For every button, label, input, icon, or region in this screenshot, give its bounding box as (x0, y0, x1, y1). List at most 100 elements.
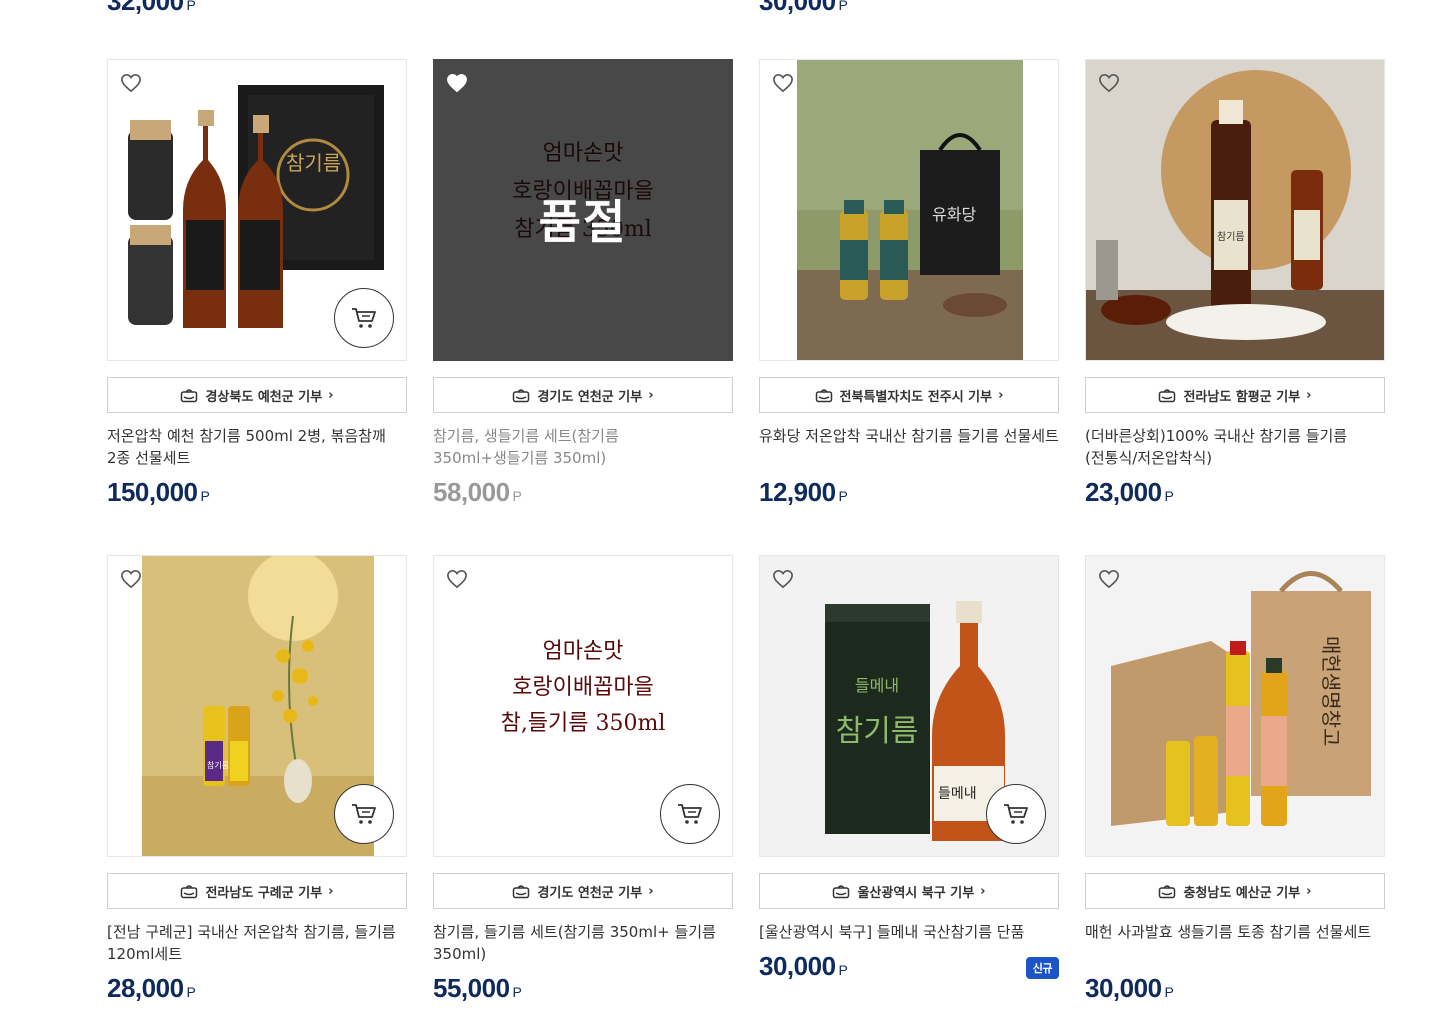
chevron-right-icon: › (328, 883, 334, 899)
product-price: 58,000 P (433, 477, 733, 508)
product-title[interactable]: [전남 구례군] 국내산 저온압착 참기름, 들기름 120ml세트 (107, 921, 407, 965)
donation-region-button[interactable]: 경기도 연천군 기부 › (433, 377, 733, 413)
product-image[interactable]: 엄마손맛 호랑이배꼽마을 참기름 350ml 품절 (433, 59, 733, 361)
wishlist-heart-icon[interactable] (444, 566, 470, 592)
gift-icon (512, 387, 530, 403)
add-to-cart-button[interactable] (334, 288, 394, 348)
product-card[interactable]: 참기름 전라남도 함평군 기부 › (더바른상회)100% 국내산 참기름 들기… (1085, 59, 1385, 508)
top-price-1: 32,000 P (107, 0, 196, 17)
gift-icon (180, 387, 198, 403)
chevron-right-icon: › (648, 883, 654, 899)
product-image[interactable]: 들메내 참기름 들메내 (759, 555, 1059, 857)
price-value: 55,000 (433, 973, 510, 1003)
chevron-right-icon: › (1306, 883, 1312, 899)
donation-region-label: 전라남도 함평군 기부 (1183, 389, 1301, 405)
product-image[interactable]: 엄마손맛 호랑이배꼽마을 참,들기름 350ml (433, 555, 733, 857)
image-label-line: 들메내 (938, 786, 977, 802)
product-title[interactable]: 저온압착 예천 참기름 500ml 2병, 볶음참깨 2종 선물세트 (107, 425, 407, 469)
image-label: 참기름 (1217, 231, 1245, 243)
price-unit: P (1164, 984, 1174, 1000)
product-price: 55,000 P (433, 973, 733, 1004)
gift-icon (1158, 387, 1176, 403)
product-image[interactable]: 유화당 (759, 59, 1059, 361)
price-unit: P (838, 488, 848, 504)
product-image[interactable]: 참기름 (1085, 59, 1385, 361)
wishlist-heart-icon[interactable] (770, 566, 796, 592)
product-image[interactable]: 참기름 (107, 555, 407, 857)
price-unit: P (838, 0, 848, 13)
product-price: 30,000 P 신규 (759, 951, 1059, 982)
price-value: 23,000 (1085, 477, 1162, 507)
price-unit: P (186, 984, 196, 1000)
donation-region-label: 울산광역시 북구 기부 (857, 885, 975, 901)
product-title[interactable]: [울산광역시 북구] 들메내 국산참기름 단품 (759, 921, 1059, 943)
price-unit: P (1164, 488, 1174, 504)
product-image[interactable]: 매헌생명창고 (1085, 555, 1385, 857)
cart-icon (1004, 804, 1028, 824)
product-card[interactable]: 참기름 전라남도 구례군 기부 › [전남 구례군] 국내산 저온압착 참기름,… (107, 555, 407, 1004)
wishlist-heart-icon[interactable] (1096, 566, 1122, 592)
image-label-line: 참기름 (836, 714, 919, 749)
image-label-line: 엄마손맛 (543, 141, 624, 166)
product-card[interactable]: 유화당 전북특별자치도 전주시 기부 › 유화당 저온압착 국내산 참기름 들기… (759, 59, 1059, 508)
product-price: 12,900 P (759, 477, 1059, 508)
product-title[interactable]: 참기름, 생들기름 세트(참기름 350ml+생들기름 350ml) (433, 425, 733, 469)
product-title[interactable]: (더바른상회)100% 국내산 참기름 들기름 (전통식/저온압착식) (1085, 425, 1385, 469)
price-value: 30,000 (759, 0, 836, 16)
price-value: 30,000 (1085, 973, 1162, 1003)
donation-region-label: 전북특별자치도 전주시 기부 (839, 389, 993, 405)
price-value: 150,000 (107, 477, 198, 507)
chevron-right-icon: › (648, 387, 654, 403)
product-photo: 매헌생명창고 (1086, 556, 1384, 856)
donation-region-button[interactable]: 경상북도 예천군 기부 › (107, 377, 407, 413)
price-value: 32,000 (107, 0, 184, 16)
donation-region-label: 충청남도 예산군 기부 (1183, 885, 1301, 901)
product-price: 28,000 P (107, 973, 407, 1004)
soldout-label: 품절 (538, 195, 628, 249)
wishlist-heart-icon[interactable] (444, 70, 470, 96)
gift-icon (1158, 883, 1176, 899)
chevron-right-icon: › (328, 387, 334, 403)
price-unit: P (200, 488, 210, 504)
gift-icon (815, 387, 833, 403)
image-label: 참기름 (207, 760, 229, 770)
donation-region-button[interactable]: 울산광역시 북구 기부 › (759, 873, 1059, 909)
wishlist-heart-icon[interactable] (1096, 70, 1122, 96)
add-to-cart-button[interactable] (660, 784, 720, 844)
price-unit: P (512, 984, 522, 1000)
product-card[interactable]: 참기름 경상북도 예천군 기부 › 저온압착 예천 참기름 500ml 2병, … (107, 59, 407, 508)
product-price: 30,000 P (1085, 973, 1385, 1004)
image-label: 유화당 (932, 205, 976, 224)
add-to-cart-button[interactable] (986, 784, 1046, 844)
wishlist-heart-icon[interactable] (770, 70, 796, 96)
product-card[interactable]: 엄마손맛 호랑이배꼽마을 참기름 350ml 품절 경기도 연천군 기부 › 참… (433, 59, 733, 508)
image-label-line: 엄마손맛 (543, 639, 624, 664)
donation-region-button[interactable]: 전라남도 함평군 기부 › (1085, 377, 1385, 413)
cart-icon (352, 308, 376, 328)
product-card[interactable]: 엄마손맛 호랑이배꼽마을 참,들기름 350ml 경기도 연천군 기부 › 참기… (433, 555, 733, 1004)
product-title[interactable]: 참기름, 들기름 세트(참기름 350ml+ 들기름 350ml) (433, 921, 733, 965)
price-value: 58,000 (433, 477, 510, 507)
chevron-right-icon: › (1306, 387, 1312, 403)
wishlist-heart-icon[interactable] (118, 566, 144, 592)
donation-region-button[interactable]: 경기도 연천군 기부 › (433, 873, 733, 909)
product-card[interactable]: 매헌생명창고 충청남도 예산군 기부 › 매헌 사과발효 생들기름 토종 참기름… (1085, 555, 1385, 1004)
price-value: 30,000 (759, 951, 836, 981)
product-card[interactable]: 들메내 참기름 들메내 울산광역시 북구 기부 › [울산광역시 북구] 들메내… (759, 555, 1059, 982)
wishlist-heart-icon[interactable] (118, 70, 144, 96)
price-value: 12,900 (759, 477, 836, 507)
donation-region-button[interactable]: 전북특별자치도 전주시 기부 › (759, 377, 1059, 413)
donation-region-button[interactable]: 전라남도 구례군 기부 › (107, 873, 407, 909)
product-title[interactable]: 유화당 저온압착 국내산 참기름 들기름 선물세트 (759, 425, 1059, 469)
add-to-cart-button[interactable] (334, 784, 394, 844)
product-title[interactable]: 매헌 사과발효 생들기름 토종 참기름 선물세트 (1085, 921, 1385, 965)
gift-icon (832, 883, 850, 899)
cart-icon (678, 804, 702, 824)
donation-region-label: 경기도 연천군 기부 (537, 885, 643, 901)
donation-region-button[interactable]: 충청남도 예산군 기부 › (1085, 873, 1385, 909)
product-image[interactable]: 참기름 (107, 59, 407, 361)
image-label: 참기름 (286, 151, 341, 175)
price-unit: P (512, 488, 522, 504)
gift-icon (512, 883, 530, 899)
price-value: 28,000 (107, 973, 184, 1003)
